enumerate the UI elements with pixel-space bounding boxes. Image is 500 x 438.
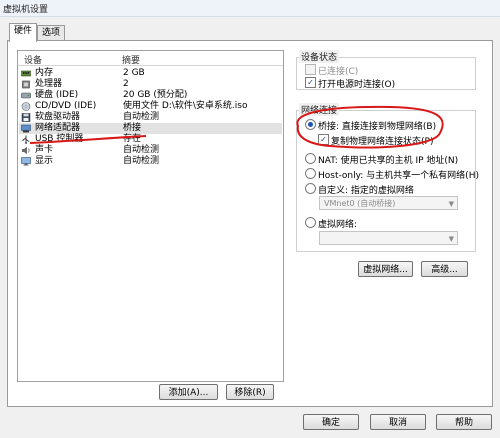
device-row-memory[interactable]: 内存 2 GB	[19, 68, 282, 79]
device-list-header: 设备 摘要	[18, 51, 283, 66]
custom-network-radio[interactable]	[305, 183, 316, 194]
device-summary: 2 GB	[123, 68, 145, 78]
cd-dvd-icon	[21, 102, 31, 111]
device-name: 网络适配器	[35, 123, 81, 133]
device-summary: 2	[123, 79, 129, 89]
floppy-icon	[21, 113, 31, 122]
help-button[interactable]: 帮助	[436, 414, 492, 430]
device-name: 内存	[35, 68, 54, 78]
network-adapter-icon	[21, 124, 31, 133]
column-header-summary[interactable]: 摘要	[122, 53, 140, 66]
memory-icon	[21, 70, 31, 77]
device-summary: 桥接	[123, 123, 142, 133]
device-row-floppy[interactable]: 软盘驱动器 自动检测	[19, 112, 282, 123]
connect-at-power-on-label: 打开电源时连接(O)	[318, 80, 396, 90]
replicate-state-label: 复制物理网络连接状态(P)	[331, 137, 434, 147]
host-only-radio[interactable]	[305, 168, 316, 179]
connected-checkbox[interactable]	[305, 64, 316, 75]
bridged-label: 桥接: 直接连接到物理网络(B)	[318, 122, 437, 132]
virtual-network-button[interactable]: 虚拟网络...	[358, 261, 413, 277]
bridged-radio[interactable]	[305, 119, 316, 130]
cancel-button[interactable]: 取消	[370, 414, 426, 430]
device-name: USB 控制器	[35, 134, 84, 144]
device-name: 显示	[35, 156, 54, 166]
device-summary: 20 GB (预分配)	[123, 90, 188, 100]
lan-segment-select[interactable]: ▼	[319, 231, 458, 245]
device-summary: 自动检测	[123, 145, 160, 155]
device-name: CD/DVD (IDE)	[35, 101, 97, 111]
chevron-down-icon: ▼	[448, 235, 454, 243]
device-name: 软盘驱动器	[35, 112, 81, 122]
device-name: 硬盘 (IDE)	[35, 90, 79, 100]
remove-button[interactable]: 移除(R)	[226, 384, 274, 400]
device-status-label: 设备状态	[299, 50, 340, 63]
display-icon	[21, 157, 31, 166]
tab-hardware[interactable]: 硬件	[9, 23, 37, 42]
window-title: 虚拟机设置	[3, 5, 49, 15]
chevron-down-icon: ▼	[448, 200, 454, 208]
network-connection-label: 网络连接	[299, 103, 340, 116]
device-row-hard-disk[interactable]: 硬盘 (IDE) 20 GB (预分配)	[19, 90, 282, 101]
usb-icon	[22, 135, 30, 144]
lan-segment-radio[interactable]	[305, 217, 316, 228]
ok-button[interactable]: 确定	[303, 414, 359, 430]
device-row-usb[interactable]: USB 控制器 存在	[19, 134, 282, 145]
device-row-display[interactable]: 显示 自动检测	[19, 156, 282, 167]
host-only-label: Host-only: 与主机共享一个私有网络(H)	[318, 171, 479, 181]
custom-network-value: VMnet0 (自动桥接)	[324, 199, 396, 208]
custom-network-label: 自定义: 指定的虚拟网络	[318, 186, 414, 196]
lan-segment-label: 虚拟网络:	[318, 220, 358, 230]
device-summary: 自动检测	[123, 112, 160, 122]
device-row-processor[interactable]: 处理器 2	[19, 79, 282, 90]
device-row-sound-card[interactable]: 声卡 自动检测	[19, 145, 282, 156]
device-row-network-adapter[interactable]: 网络适配器 桥接	[19, 123, 282, 134]
cpu-icon	[22, 80, 30, 89]
device-summary: 存在	[123, 134, 142, 144]
add-button[interactable]: 添加(A)...	[159, 384, 218, 400]
replicate-state-checkbox[interactable]: ✓	[318, 134, 329, 145]
device-list[interactable]: 设备 摘要 内存 2 GB 处理器 2 硬盘 (IDE) 20 GB (预分配)…	[17, 50, 284, 382]
connect-at-power-on-checkbox[interactable]: ✓	[305, 77, 316, 88]
device-name: 处理器	[35, 79, 63, 89]
title-bar: 虚拟机设置	[0, 0, 500, 17]
sound-card-icon	[22, 146, 30, 155]
tab-options[interactable]: 选项	[37, 25, 65, 41]
device-summary: 使用文件 D:\软件\安卓系统.iso	[123, 101, 248, 111]
nat-radio[interactable]	[305, 153, 316, 164]
device-summary: 自动检测	[123, 156, 160, 166]
advanced-button[interactable]: 高级...	[421, 261, 468, 277]
nat-label: NAT: 使用已共享的主机 IP 地址(N)	[318, 156, 459, 166]
connected-label: 已连接(C)	[318, 67, 359, 77]
column-header-device[interactable]: 设备	[24, 53, 42, 66]
hard-disk-icon	[21, 92, 31, 99]
custom-network-select[interactable]: VMnet0 (自动桥接) ▼	[319, 196, 458, 210]
device-name: 声卡	[35, 145, 54, 155]
device-row-cd-dvd[interactable]: CD/DVD (IDE) 使用文件 D:\软件\安卓系统.iso	[19, 101, 282, 112]
